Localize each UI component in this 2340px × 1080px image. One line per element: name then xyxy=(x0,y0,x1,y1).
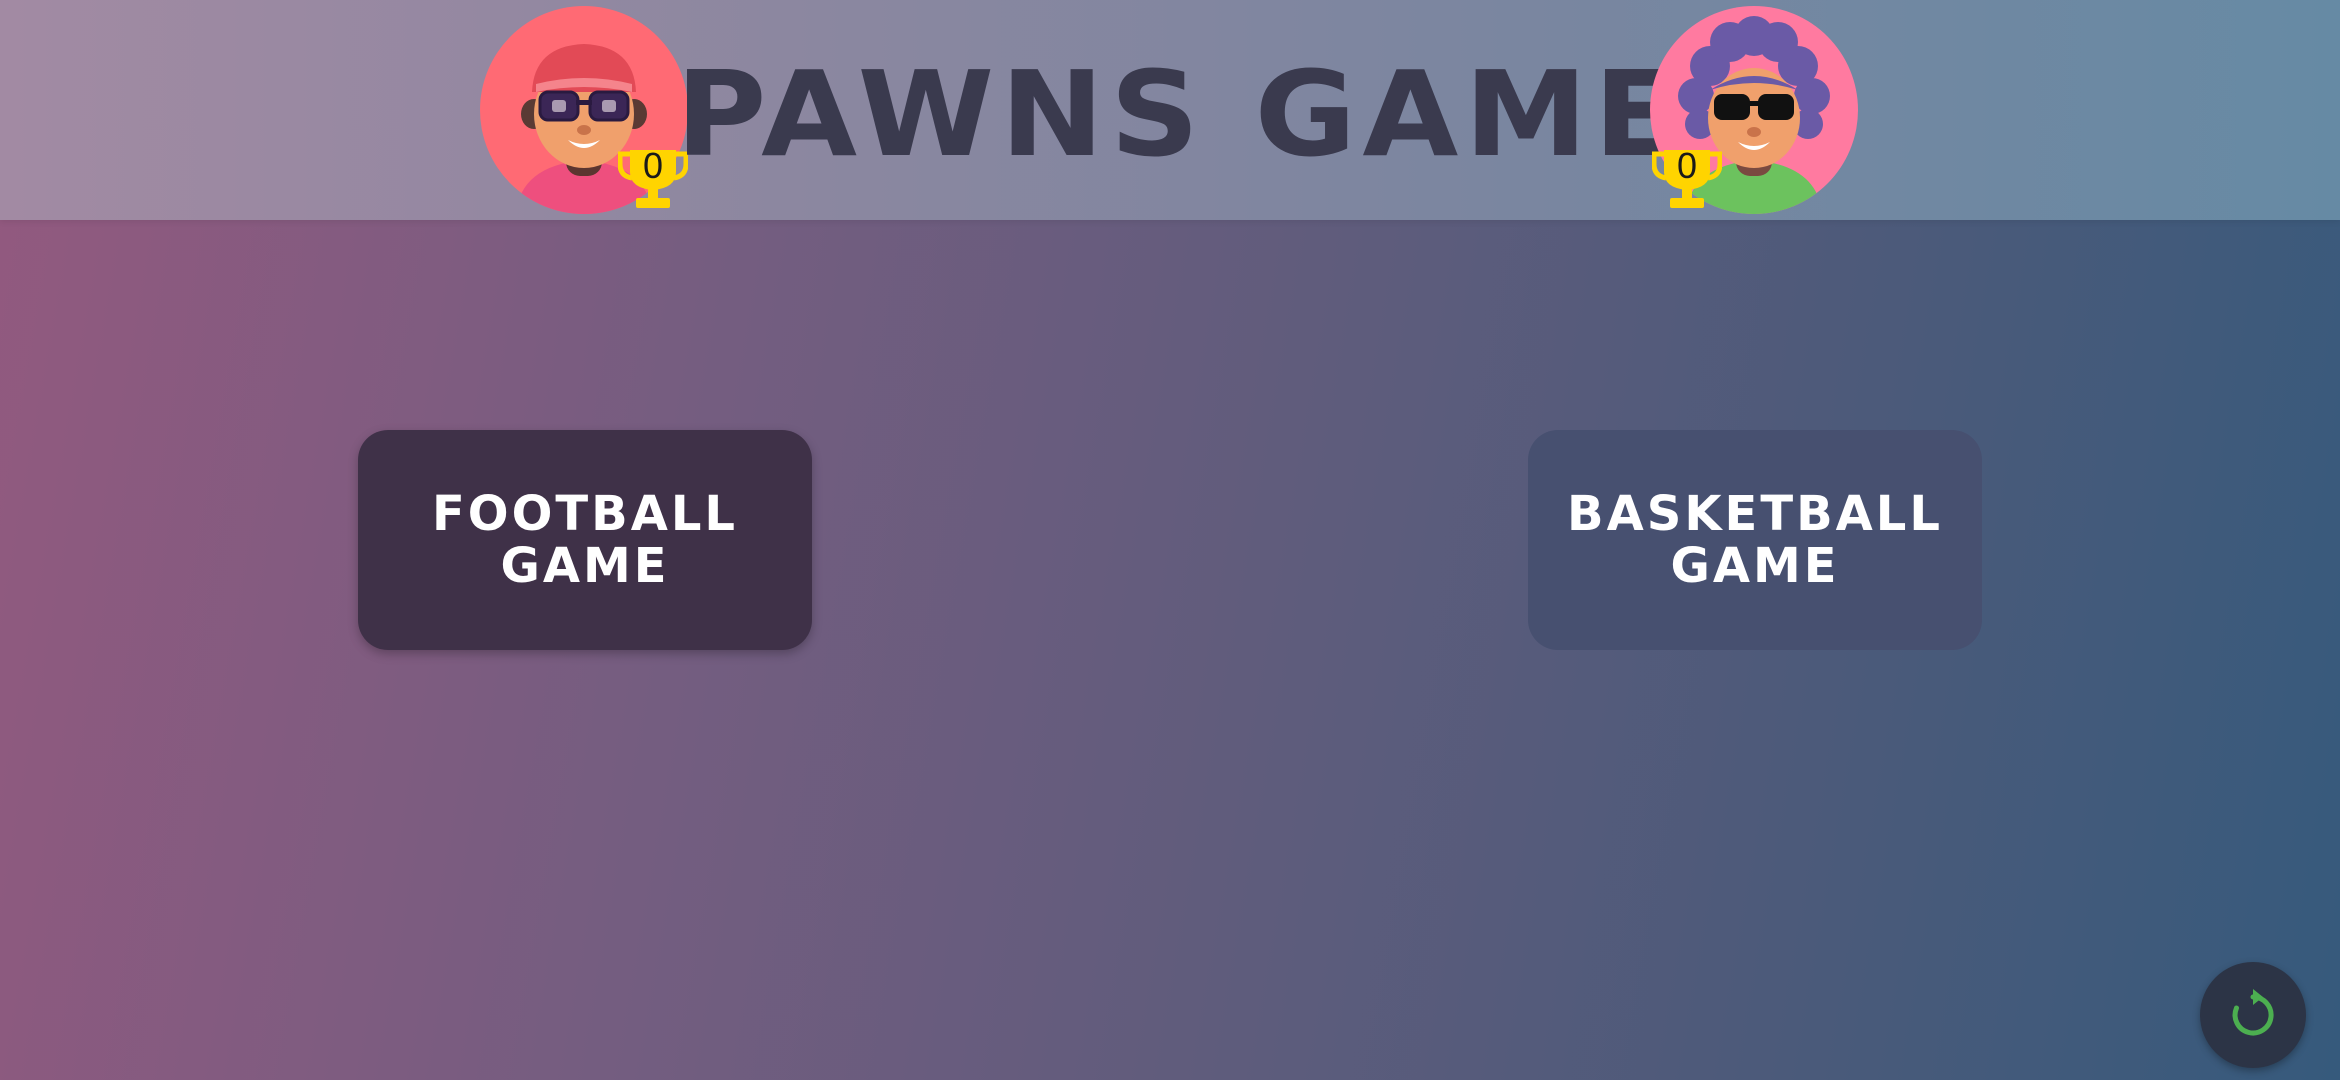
basketball-game-label-line2: GAME xyxy=(1670,538,1840,594)
player-2-score: 0 xyxy=(1676,145,1698,186)
basketball-game-button[interactable]: BASKETBALL GAME xyxy=(1528,430,1982,650)
football-game-label-line2: GAME xyxy=(500,538,670,594)
page-title: PAWNS GAME xyxy=(675,46,1685,184)
top-bar: 0 PAWNS GAME 0 xyxy=(0,0,2340,220)
basketball-game-label-line1: BASKETBALL xyxy=(1567,486,1943,542)
refresh-icon xyxy=(2232,989,2274,1036)
refresh-button[interactable] xyxy=(2200,962,2306,1068)
football-game-label-line1: FOOTBALL xyxy=(431,486,739,542)
player-2-trophy: 0 xyxy=(1652,145,1722,210)
football-game-button[interactable]: FOOTBALL GAME xyxy=(358,430,812,650)
